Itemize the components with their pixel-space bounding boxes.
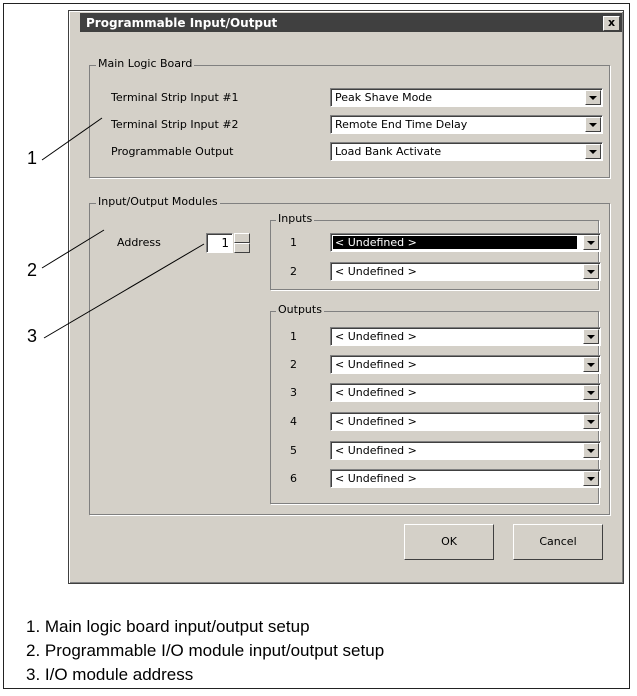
callout-line-2 <box>41 229 105 269</box>
caption-1: 1. Main logic board input/output setup <box>26 617 310 636</box>
callout-3: 3 <box>27 326 38 346</box>
caption-3: 3. I/O module address <box>26 665 194 684</box>
callout-1: 1 <box>27 148 38 168</box>
callout-2: 2 <box>27 260 38 280</box>
callout-lines <box>41 117 205 339</box>
caption-2: 2. Programmable I/O module input/output … <box>26 641 385 660</box>
callout-line-1 <box>41 117 103 161</box>
callout-line-3 <box>43 243 205 339</box>
